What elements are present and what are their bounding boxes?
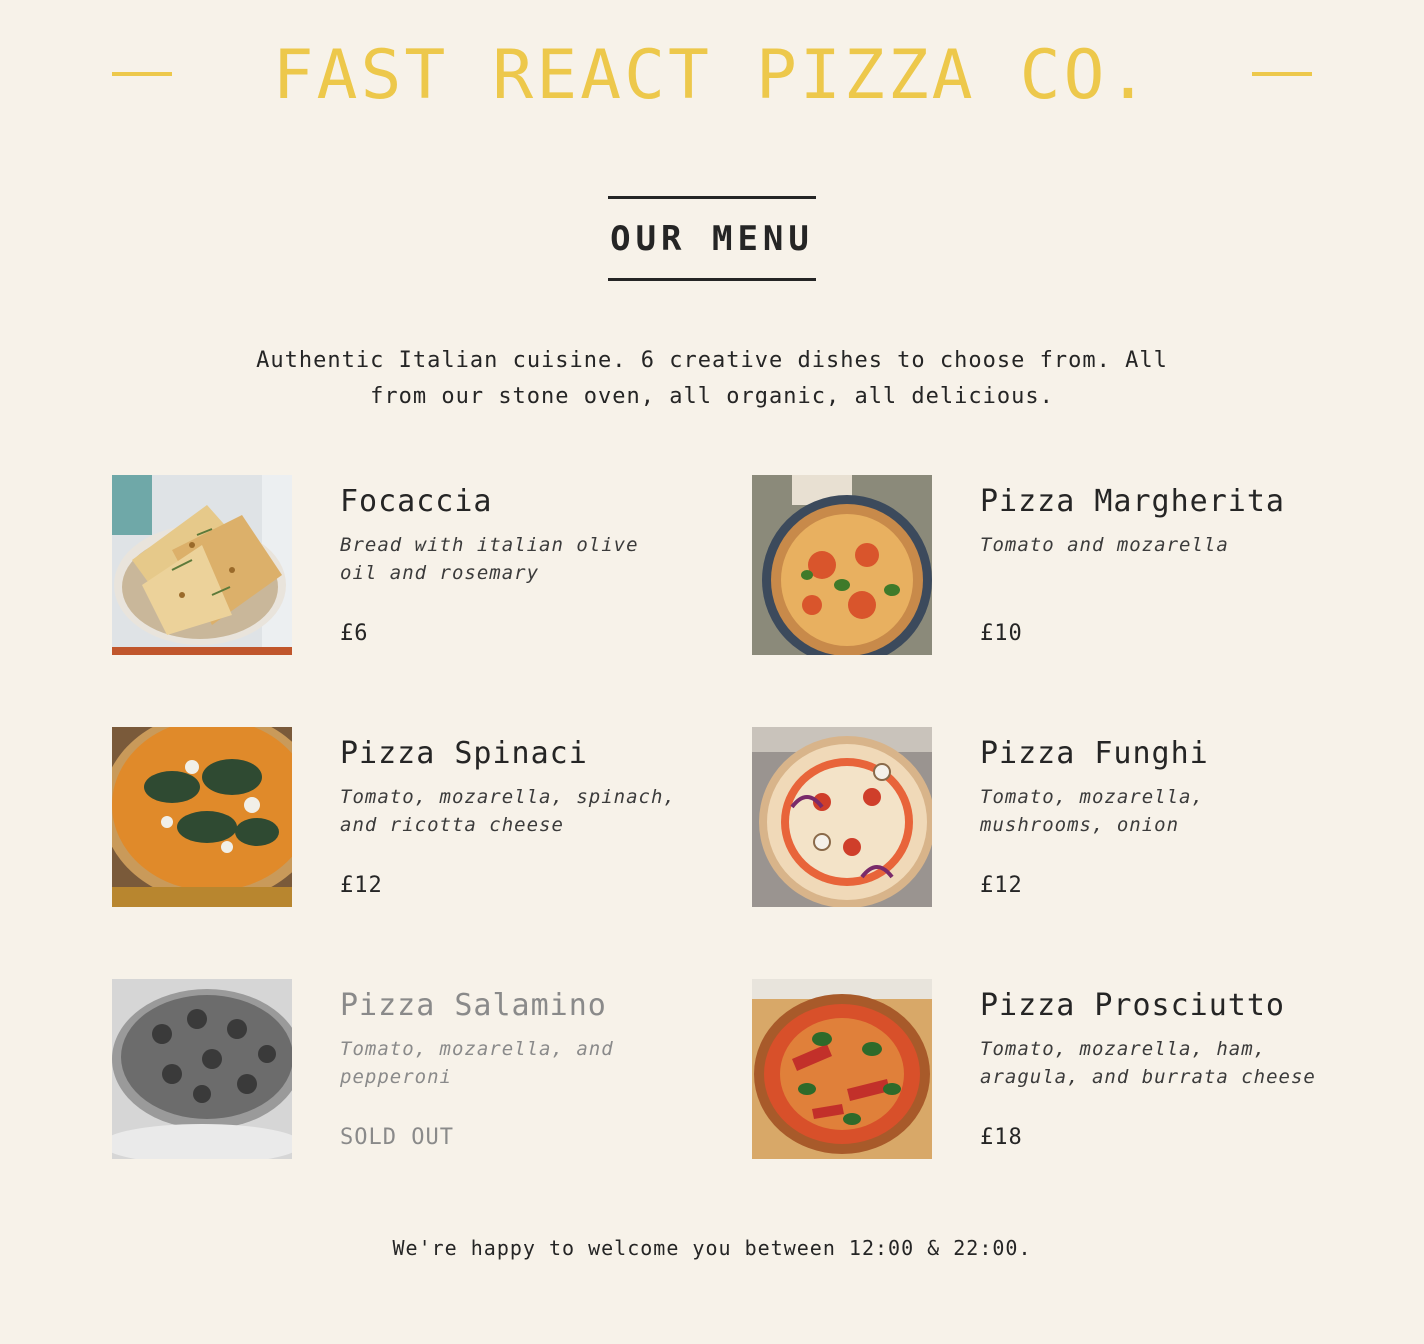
pizza-item-funghi: Pizza Funghi Tomato, mozarella, mushroom… [752,727,1320,907]
pizza-price: £18 [980,1125,1023,1150]
menu-heading-wrap: OUR MENU [112,196,1312,281]
pizza-name: Pizza Spinaci [340,736,588,771]
site-title: FAST REACT PIZZA CO. [272,36,1152,115]
menu-section: OUR MENU Authentic Italian cuisine. 6 cr… [112,196,1315,1159]
pizza-spinaci-photo [112,727,292,907]
opening-hours: We're happy to welcome you between 12:00… [392,1236,1032,1260]
pizza-item-salamino: Pizza Salamino Tomato, mozarella, and pe… [112,979,680,1159]
pizza-description: Tomato, mozarella, and pepperoni [340,1038,614,1088]
pizza-description: Bread with italian olive oil and rosemar… [340,534,639,584]
pizza-price: £12 [340,873,383,898]
header-line-right [1252,72,1312,76]
pizza-info: Pizza Spinaci Tomato, mozarella, spinach… [340,727,680,907]
menu-intro: Authentic Italian cuisine. 6 creative di… [256,348,1168,409]
pizza-name: Focaccia [340,484,493,519]
pizza-name: Pizza Prosciutto [980,988,1285,1023]
pizza-name: Pizza Salamino [340,988,607,1023]
pizza-info: Pizza Funghi Tomato, mozarella, mushroom… [980,727,1320,907]
pizza-description: Tomato, mozarella, mushrooms, onion [980,786,1204,836]
pizza-item-spinaci: Pizza Spinaci Tomato, mozarella, spinach… [112,727,680,907]
pizza-salamino-photo [112,979,292,1159]
page-container: FAST REACT PIZZA CO. OUR MENU Authentic … [112,0,1315,1263]
focaccia-photo [112,475,292,655]
site-header: FAST REACT PIZZA CO. [112,0,1312,150]
pizza-description: Tomato, mozarella, spinach, and ricotta … [340,786,676,836]
sold-out-label: SOLD OUT [340,1125,454,1150]
pizza-price: £12 [980,873,1023,898]
pizza-name: Pizza Margherita [980,484,1285,519]
pizza-item-focaccia: Focaccia Bread with italian olive oil an… [112,475,680,655]
menu-heading: OUR MENU [608,196,816,281]
pizza-info: Pizza Prosciutto Tomato, mozarella, ham,… [980,979,1320,1159]
pizza-item-prosciutto: Pizza Prosciutto Tomato, mozarella, ham,… [752,979,1320,1159]
pizza-item-margherita: Pizza Margherita Tomato and mozarella £1… [752,475,1320,655]
pizza-margherita-photo [752,475,932,655]
pizza-info: Pizza Salamino Tomato, mozarella, and pe… [340,979,680,1159]
pizza-info: Focaccia Bread with italian olive oil an… [340,475,680,655]
site-footer: We're happy to welcome you between 12:00… [112,1233,1312,1263]
pizza-price: £6 [340,621,369,646]
pizza-list: Focaccia Bread with italian olive oil an… [112,475,1315,1159]
pizza-name: Pizza Funghi [980,736,1209,771]
pizza-price: £10 [980,621,1023,646]
pizza-description: Tomato, mozarella, ham, aragula, and bur… [980,1038,1316,1088]
pizza-info: Pizza Margherita Tomato and mozarella £1… [980,475,1320,655]
pizza-prosciutto-photo [752,979,932,1159]
pizza-description: Tomato and mozarella [980,534,1229,556]
pizza-funghi-photo [752,727,932,907]
